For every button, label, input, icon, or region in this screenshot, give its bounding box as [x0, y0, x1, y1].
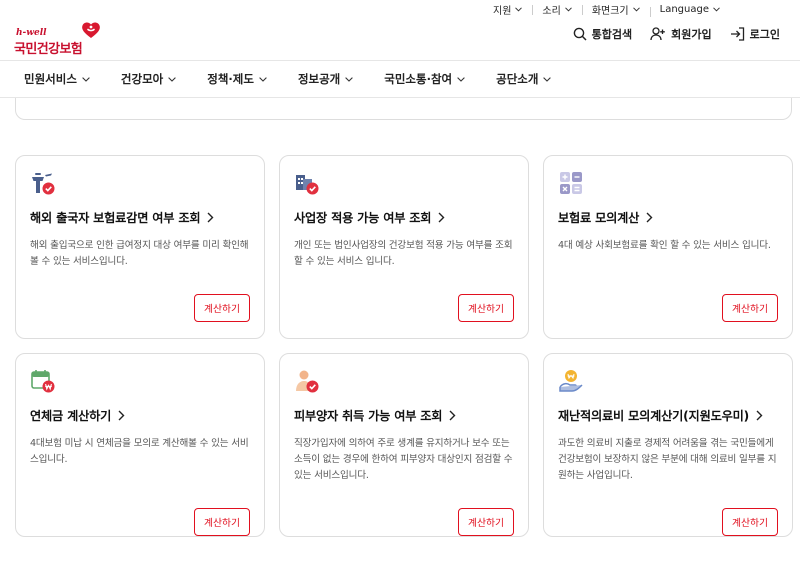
airport-tower-icon	[32, 173, 55, 195]
nav-label: 정책·제도	[207, 72, 254, 86]
utility-support-label: 지원	[493, 5, 512, 17]
utility-screen-size[interactable]: 화면크기	[581, 2, 650, 17]
dependent-person-icon	[296, 370, 319, 393]
card-title-text: 피부양자 취득 가능 여부 조회	[294, 409, 443, 423]
calculate-button[interactable]: 계산하기	[722, 508, 778, 536]
chevron-right-icon	[207, 212, 214, 222]
chevron-down-icon	[632, 6, 640, 12]
login-icon	[730, 27, 744, 41]
utility-bar: 지원 소리 화면크기 Language	[493, 0, 730, 18]
search-icon	[573, 27, 587, 41]
chevron-right-icon	[756, 410, 763, 420]
nav-item-participation[interactable]: 국민소통·참여	[384, 71, 465, 87]
card-title-text: 재난적의료비 모의계산기(지원도우미)	[558, 409, 749, 423]
chevron-right-icon	[449, 410, 456, 420]
building-check-icon	[296, 175, 319, 195]
chevron-down-icon	[543, 76, 552, 82]
card-description: 직장가입자에 의하여 주로 생계를 유지하거나 보수 또는 소득이 없는 경우에…	[294, 438, 513, 481]
chevron-down-icon	[713, 6, 720, 12]
card-title-text: 해외 출국자 보험료감면 여부 조회	[30, 211, 201, 225]
calculate-button[interactable]: 계산하기	[722, 294, 778, 322]
card-title[interactable]: 해외 출국자 보험료감면 여부 조회	[30, 208, 214, 226]
utility-language-label: Language	[659, 3, 709, 15]
card-title[interactable]: 사업장 적용 가능 여부 조회	[294, 208, 445, 226]
card-title-text: 보험료 모의계산	[558, 211, 640, 225]
nav-item-about[interactable]: 공단소개	[496, 71, 552, 87]
card-catastrophic-medical[interactable]: 재난적의료비 모의계산기(지원도우미) 과도한 의료비 지출로 경제적 어려움을…	[543, 353, 793, 537]
nav-label: 민원서비스	[24, 72, 77, 86]
main-nav: 민원서비스 건강모아 정책·제도 정보공개 국민소통·참여 공단소개	[0, 60, 800, 98]
nav-label: 국민소통·참여	[384, 72, 453, 86]
card-title-text: 사업장 적용 가능 여부 조회	[294, 211, 432, 225]
card-late-fee[interactable]: 연체금 계산하기 4대보험 미납 시 연체금을 모의로 계산해볼 수 있는 서비…	[15, 353, 265, 537]
chevron-down-icon	[515, 6, 523, 12]
calculate-button[interactable]: 계산하기	[458, 294, 514, 322]
nav-item-civil-service[interactable]: 민원서비스	[24, 71, 90, 87]
card-premium-simulation[interactable]: 보험료 모의계산 4대 예상 사회보험료를 확인 할 수 있는 서비스 입니다.…	[543, 155, 793, 339]
card-title[interactable]: 재난적의료비 모의계산기(지원도우미)	[558, 406, 763, 424]
calculate-button[interactable]: 계산하기	[458, 508, 514, 536]
user-plus-icon	[650, 27, 665, 41]
chevron-down-icon	[82, 76, 90, 82]
hand-coin-icon	[559, 370, 583, 392]
nav-item-policy[interactable]: 정책·제도	[207, 71, 267, 87]
header-actions: 통합검색 회원가입 로그인	[555, 26, 780, 42]
nav-item-health[interactable]: 건강모아	[120, 71, 177, 87]
card-description: 과도한 의료비 지출로 경제적 어려움을 겪는 국민들에게 건강보험이 보장하지…	[558, 438, 777, 481]
calculator-icon	[560, 172, 582, 194]
nav-item-disclosure[interactable]: 정보공개	[297, 71, 354, 87]
card-description: 해외 출입국으로 인한 급여정지 대상 여부를 미리 확인해볼 수 있는 서비스…	[30, 240, 249, 267]
site-logo[interactable]: h-well 국민건강보험	[14, 22, 114, 58]
logo-small-text: h-well	[16, 28, 47, 38]
logo-name: 국민건강보험	[14, 42, 83, 57]
chevron-down-icon	[564, 6, 572, 12]
calendar-won-icon	[31, 370, 55, 393]
card-title[interactable]: 보험료 모의계산	[558, 208, 653, 226]
card-dependent-eligibility[interactable]: 피부양자 취득 가능 여부 조회 직장가입자에 의하여 주로 생계를 유지하거나…	[279, 353, 529, 537]
site-header: h-well 국민건강보험 통합검색 회원가입 로그인	[0, 18, 800, 60]
content-panel-top	[15, 98, 792, 120]
heart-logo-icon	[82, 22, 100, 38]
card-description: 개인 또는 법인사업장의 건강보험 적용 가능 여부를 조회할 수 있는 서비스…	[294, 240, 513, 267]
nav-label: 건강모아	[120, 72, 164, 86]
chevron-right-icon	[438, 212, 445, 222]
search-button[interactable]: 통합검색	[573, 26, 632, 42]
chevron-down-icon	[259, 76, 267, 82]
login-button[interactable]: 로그인	[730, 26, 780, 42]
join-button[interactable]: 회원가입	[650, 26, 712, 42]
chevron-down-icon	[345, 76, 354, 82]
join-label: 회원가입	[671, 28, 712, 41]
utility-language[interactable]: Language	[649, 3, 730, 17]
chevron-right-icon	[118, 410, 125, 420]
utility-support[interactable]: 지원	[493, 2, 532, 17]
utility-sound-label: 소리	[542, 5, 561, 17]
utility-sound[interactable]: 소리	[532, 2, 581, 17]
chevron-down-icon	[457, 76, 465, 82]
card-title[interactable]: 피부양자 취득 가능 여부 조회	[294, 406, 456, 424]
calculate-button[interactable]: 계산하기	[194, 508, 250, 536]
card-workplace-eligibility[interactable]: 사업장 적용 가능 여부 조회 개인 또는 법인사업장의 건강보험 적용 가능 …	[279, 155, 529, 339]
chevron-right-icon	[646, 212, 653, 222]
chevron-down-icon	[168, 76, 177, 82]
search-label: 통합검색	[591, 28, 633, 41]
calculate-button[interactable]: 계산하기	[194, 294, 250, 322]
nav-label: 공단소개	[496, 72, 539, 86]
utility-screen-size-label: 화면크기	[591, 5, 629, 17]
card-title[interactable]: 연체금 계산하기	[30, 406, 125, 424]
card-description: 4대보험 미납 시 연체금을 모의로 계산해볼 수 있는 서비스입니다.	[30, 438, 249, 465]
nav-label: 정보공개	[297, 72, 341, 86]
card-description: 4대 예상 사회보험료를 확인 할 수 있는 서비스 입니다.	[558, 240, 771, 251]
login-label: 로그인	[749, 28, 780, 41]
card-overseas-discount[interactable]: 해외 출국자 보험료감면 여부 조회 해외 출입국으로 인한 급여정지 대상 여…	[15, 155, 265, 339]
card-title-text: 연체금 계산하기	[30, 409, 112, 423]
